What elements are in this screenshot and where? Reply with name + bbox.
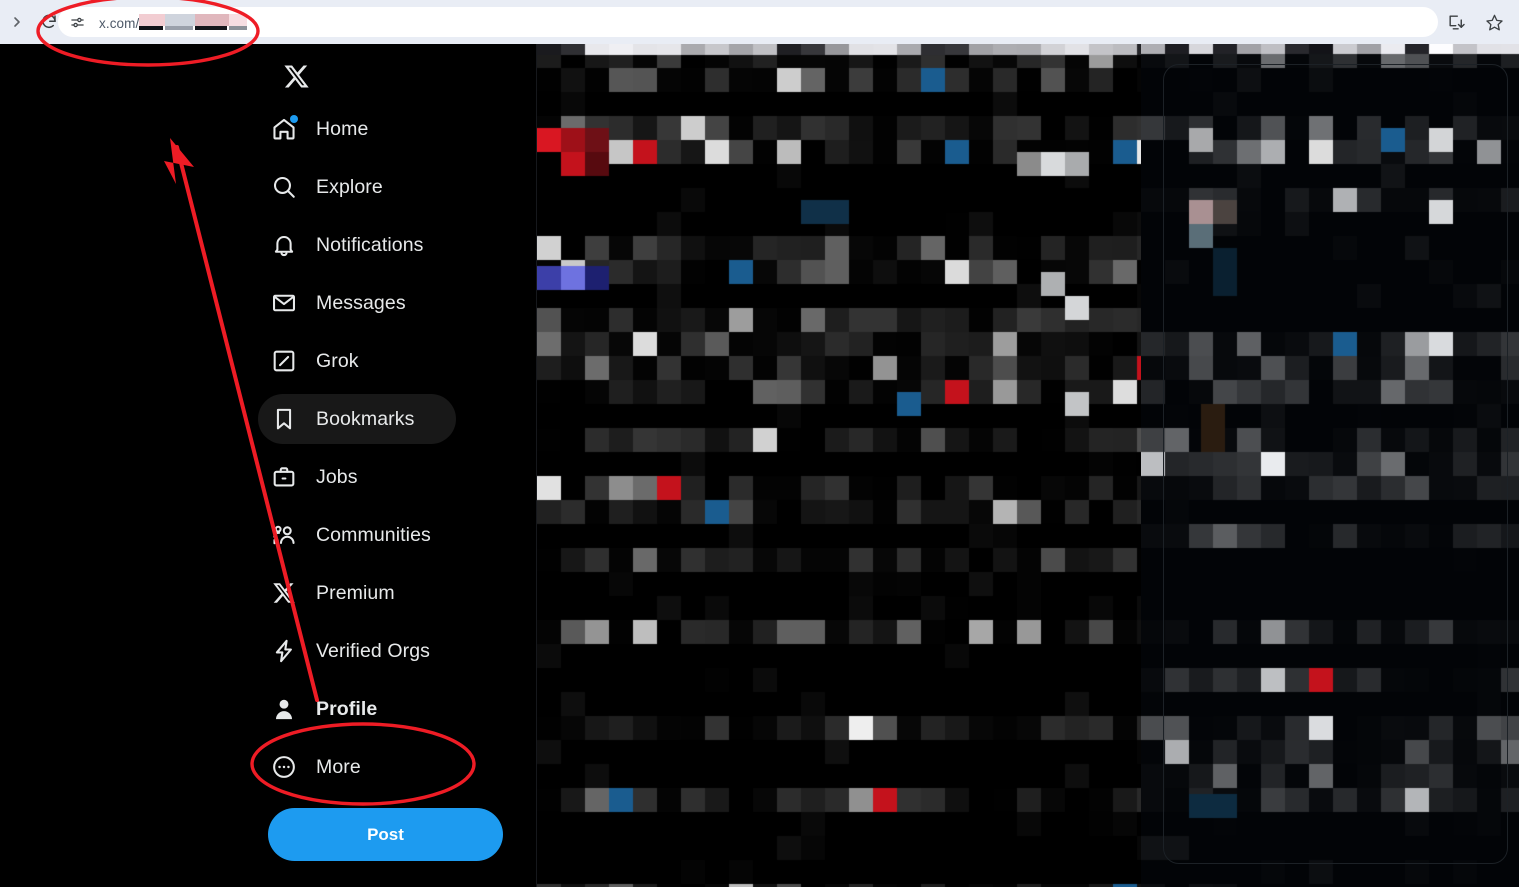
sidebar-item-label: Messages (316, 291, 406, 314)
more-circle-icon (269, 752, 299, 782)
redacted-right-sidebar-content (1141, 44, 1519, 887)
install-app-icon[interactable] (1445, 11, 1467, 33)
sidebar-item-label: Verified Orgs (316, 639, 431, 662)
lightning-icon (269, 636, 299, 666)
sidebar-item-notifications[interactable]: Notifications (258, 220, 456, 270)
url-prefix: x.com/ (99, 15, 140, 31)
sidebar-item-label: Bookmarks (316, 407, 415, 430)
sidebar-item-communities[interactable]: Communities (258, 510, 456, 560)
sidebar-item-label: Communities (316, 523, 431, 546)
sidebar-item-premium[interactable]: Premium (258, 568, 456, 618)
sidebar-item-messages[interactable]: Messages (258, 278, 456, 328)
sidebar-item-label: Explore (316, 175, 383, 198)
x-web-app: Home Explore Notifications Messages Grok Book… (0, 0, 1519, 887)
sidebar-item-more[interactable]: More (258, 742, 456, 792)
person-icon (269, 694, 299, 724)
address-bar[interactable]: x.com/ (58, 7, 1438, 37)
sidebar-item-label: Jobs (316, 465, 358, 488)
sidebar-item-label: Grok (316, 349, 359, 372)
site-settings-icon[interactable] (64, 9, 90, 35)
column-divider (536, 44, 537, 887)
url-text: x.com/ (99, 13, 248, 31)
sidebar-item-profile[interactable]: Profile (258, 684, 456, 734)
sidebar-item-grok[interactable]: Grok (258, 336, 456, 386)
primary-navigation-sidebar: Home Explore Notifications Messages Grok Book… (258, 44, 536, 887)
home-icon (269, 114, 299, 144)
bell-icon (269, 230, 299, 260)
sidebar-item-label: More (316, 755, 361, 778)
post-button[interactable]: Post (268, 808, 503, 861)
grok-icon (269, 346, 299, 376)
people-icon (269, 520, 299, 550)
sidebar-item-bookmarks[interactable]: Bookmarks (258, 394, 456, 444)
sidebar-item-explore[interactable]: Explore (258, 162, 456, 212)
annotation-arrow-head (164, 138, 194, 184)
bookmark-star-icon[interactable] (1483, 11, 1505, 33)
toolbar-actions (1445, 0, 1505, 44)
envelope-icon (269, 288, 299, 318)
x-icon (269, 578, 299, 608)
sidebar-item-jobs[interactable]: Jobs (258, 452, 456, 502)
bookmark-icon (269, 404, 299, 434)
url-redacted-block (139, 13, 248, 31)
sidebar-item-home[interactable]: Home (258, 104, 456, 154)
redacted-timeline-content (537, 44, 1141, 887)
search-icon (269, 172, 299, 202)
sidebar-item-label: Notifications (316, 233, 424, 256)
briefcase-icon (269, 462, 299, 492)
nav-items-list: Home Explore Notifications Messages Grok Book… (258, 104, 536, 792)
sidebar-item-label: Premium (316, 581, 395, 604)
browser-toolbar: x.com/ (0, 0, 1519, 44)
back-icon[interactable] (2, 7, 32, 37)
browser-window: x.com/ Home Explore Notifications Messag… (0, 0, 1519, 887)
navigation-buttons (0, 7, 64, 37)
sidebar-item-label: Home (316, 117, 369, 140)
x-logo-icon[interactable] (270, 50, 322, 102)
notification-dot-badge (290, 115, 298, 123)
sidebar-item-verified-orgs[interactable]: Verified Orgs (258, 626, 456, 676)
sidebar-item-label: Profile (316, 697, 378, 720)
